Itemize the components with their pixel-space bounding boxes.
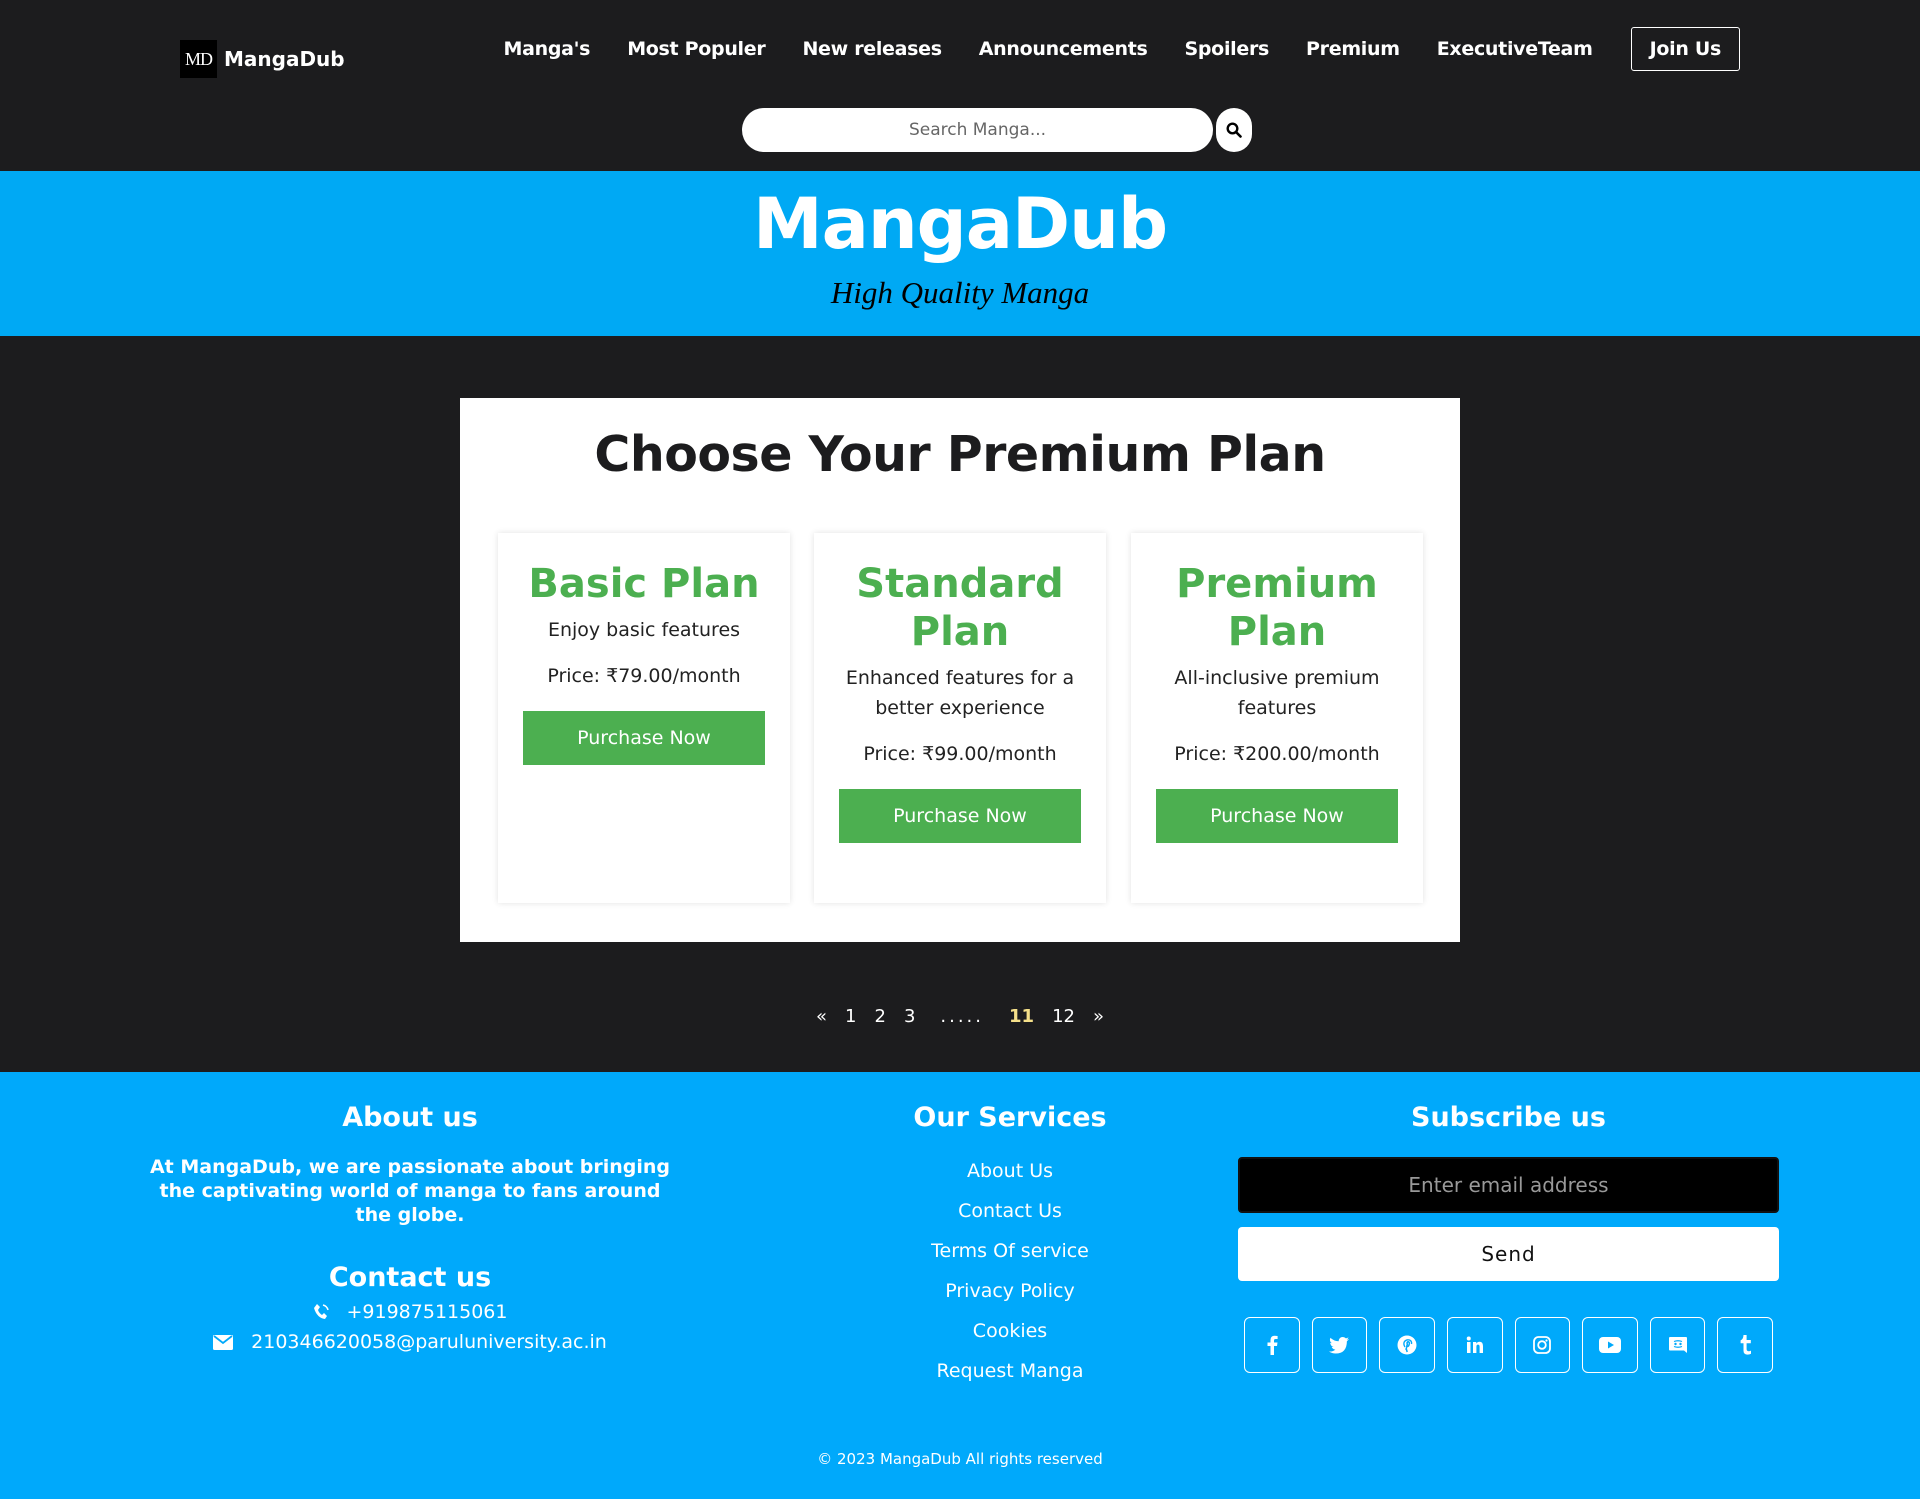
nav-executive-team[interactable]: ExecutiveTeam bbox=[1437, 38, 1593, 60]
page-prev[interactable]: « bbox=[816, 1006, 827, 1027]
main-nav: Manga's Most Populer New releases Announ… bbox=[466, 27, 1740, 71]
discord-icon[interactable] bbox=[1649, 1317, 1706, 1373]
email-address[interactable]: 210346620058@paruluniversity.ac.in bbox=[251, 1331, 607, 1353]
twitter-icon[interactable] bbox=[1311, 1317, 1368, 1373]
about-heading: About us bbox=[342, 1102, 478, 1133]
envelope-icon bbox=[213, 1334, 234, 1350]
site-footer: About us At MangaDub, we are passionate … bbox=[0, 1072, 1920, 1499]
service-contact-us[interactable]: Contact Us bbox=[860, 1191, 1160, 1231]
plans-heading: Choose Your Premium Plan bbox=[594, 426, 1326, 483]
services-section: Our Services About Us Contact Us Terms O… bbox=[860, 1102, 1160, 1391]
plan-price: Price: ₹200.00/month bbox=[1174, 743, 1380, 765]
pinterest-icon[interactable] bbox=[1379, 1317, 1435, 1373]
tumblr-icon[interactable] bbox=[1717, 1317, 1773, 1373]
purchase-premium-button[interactable]: Purchase Now bbox=[1156, 789, 1398, 843]
premium-plans-panel: Choose Your Premium Plan Basic Plan Enjo… bbox=[460, 398, 1460, 942]
brand-name: MangaDub bbox=[224, 47, 345, 71]
linkedin-icon[interactable] bbox=[1446, 1317, 1503, 1373]
plan-price: Price: ₹79.00/month bbox=[547, 665, 741, 687]
page-current[interactable]: 11 bbox=[1009, 1006, 1034, 1027]
contact-email: 210346620058@paruluniversity.ac.in bbox=[140, 1331, 680, 1353]
join-us-button[interactable]: Join Us bbox=[1630, 27, 1740, 71]
youtube-icon[interactable] bbox=[1582, 1317, 1638, 1373]
page-link[interactable]: 2 bbox=[874, 1006, 885, 1027]
about-text: At MangaDub, we are passionate about bri… bbox=[149, 1156, 671, 1226]
purchase-standard-button[interactable]: Purchase Now bbox=[839, 789, 1081, 843]
page-link[interactable]: 3 bbox=[904, 1006, 915, 1027]
plan-card-basic: Basic Plan Enjoy basic features Price: ₹… bbox=[498, 533, 790, 903]
page-ellipsis: ..... bbox=[940, 1006, 984, 1027]
site-header: MD MangaDub Manga's Most Populer New rel… bbox=[0, 0, 1920, 171]
service-about-us[interactable]: About Us bbox=[860, 1151, 1160, 1191]
search-icon bbox=[1226, 122, 1242, 138]
nav-spoilers[interactable]: Spoilers bbox=[1185, 38, 1270, 60]
nav-mangas[interactable]: Manga's bbox=[503, 38, 590, 60]
hero-banner: MangaDub High Quality Manga bbox=[0, 171, 1920, 336]
search-input[interactable] bbox=[742, 108, 1213, 152]
page-link[interactable]: 12 bbox=[1052, 1006, 1075, 1027]
plan-description: Enhanced features for a better experienc… bbox=[845, 667, 1075, 719]
plan-card-premium: Premium Plan All-inclusive premium featu… bbox=[1131, 533, 1423, 903]
nav-new-releases[interactable]: New releases bbox=[802, 38, 942, 60]
subscribe-section: Subscribe us Send bbox=[1238, 1102, 1779, 1373]
page-next[interactable]: » bbox=[1093, 1006, 1104, 1027]
contact-phone: +919875115061 bbox=[140, 1301, 680, 1323]
page-link[interactable]: 1 bbox=[845, 1006, 856, 1027]
services-list: About Us Contact Us Terms Of service Pri… bbox=[860, 1151, 1160, 1391]
about-section: About us At MangaDub, we are passionate … bbox=[140, 1102, 680, 1353]
plan-title: Standard Plan bbox=[856, 561, 1064, 655]
search-bar bbox=[742, 108, 1252, 152]
service-request-manga[interactable]: Request Manga bbox=[860, 1351, 1160, 1391]
nav-most-popular[interactable]: Most Populer bbox=[627, 38, 766, 60]
hero-title: MangaDub bbox=[752, 183, 1168, 265]
nav-premium[interactable]: Premium bbox=[1306, 38, 1400, 60]
logo-mark: MD bbox=[180, 40, 217, 78]
instagram-icon[interactable] bbox=[1514, 1317, 1571, 1373]
phone-icon bbox=[313, 1303, 329, 1321]
plan-title: Premium Plan bbox=[1176, 561, 1378, 655]
services-heading: Our Services bbox=[913, 1102, 1107, 1133]
plan-price: Price: ₹99.00/month bbox=[863, 743, 1057, 765]
service-terms[interactable]: Terms Of service bbox=[860, 1231, 1160, 1271]
brand-logo[interactable]: MD MangaDub bbox=[180, 40, 345, 78]
pagination: « 1 2 3 ..... 11 12 » bbox=[0, 1006, 1920, 1027]
purchase-basic-button[interactable]: Purchase Now bbox=[523, 711, 765, 765]
plan-card-standard: Standard Plan Enhanced features for a be… bbox=[814, 533, 1106, 903]
plan-title: Basic Plan bbox=[528, 561, 760, 607]
plan-description: All-inclusive premium features bbox=[1174, 667, 1380, 719]
hero-subtitle: High Quality Manga bbox=[830, 275, 1090, 310]
send-button[interactable]: Send bbox=[1238, 1227, 1779, 1281]
copyright-text: © 2023 MangaDub All rights reserved bbox=[817, 1450, 1103, 1468]
subscribe-email-input[interactable] bbox=[1238, 1157, 1779, 1213]
social-links bbox=[1238, 1317, 1779, 1373]
plan-description: Enjoy basic features bbox=[547, 619, 741, 641]
service-privacy[interactable]: Privacy Policy bbox=[860, 1271, 1160, 1311]
service-cookies[interactable]: Cookies bbox=[860, 1311, 1160, 1351]
facebook-icon[interactable] bbox=[1244, 1317, 1300, 1373]
nav-announcements[interactable]: Announcements bbox=[979, 38, 1148, 60]
phone-number[interactable]: +919875115061 bbox=[347, 1301, 508, 1323]
search-button[interactable] bbox=[1216, 108, 1252, 152]
contact-heading: Contact us bbox=[328, 1262, 492, 1293]
subscribe-heading: Subscribe us bbox=[1411, 1102, 1606, 1133]
